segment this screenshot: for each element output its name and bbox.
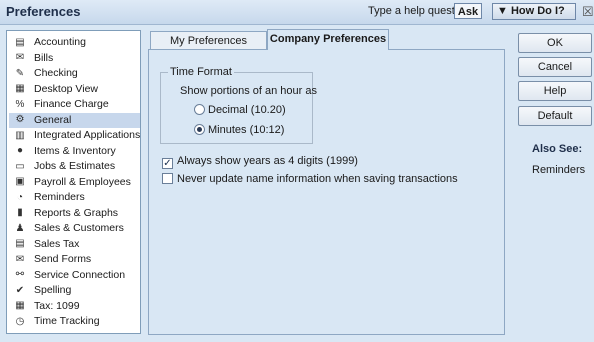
payroll-icon: ▣ — [15, 176, 25, 188]
sidebar-item-label: Integrated Applications — [34, 129, 141, 141]
sidebar-item-label: Sales & Customers — [34, 222, 124, 234]
window-title: Preferences — [6, 4, 81, 19]
time-format-title: Time Format — [168, 66, 234, 78]
ask-button[interactable]: Ask — [454, 3, 482, 19]
sidebar-item-label: Checking — [34, 67, 78, 79]
sidebar-item-label: Finance Charge — [34, 98, 109, 110]
sidebar-item-service-connection[interactable]: ⚯ Service Connection — [9, 268, 140, 283]
four-digit-years-checkbox[interactable]: ✓ Always show years as 4 digits (1999) — [162, 154, 358, 169]
also-see-reminders-link[interactable]: Reminders — [532, 164, 585, 176]
title-bar: Preferences Type a help question Ask ▼ H… — [0, 0, 594, 25]
tax-1099-icon: ▦ — [15, 300, 25, 312]
never-update-name-checkbox[interactable]: Never update name information when savin… — [162, 172, 458, 186]
sidebar-item-items-inventory[interactable]: ● Items & Inventory — [9, 144, 140, 159]
sidebar-item-reports-graphs[interactable]: ▮ Reports & Graphs — [9, 206, 140, 221]
sidebar-item-label: Time Tracking — [34, 315, 100, 327]
sidebar-item-label: Jobs & Estimates — [34, 160, 116, 172]
how-do-i-button[interactable]: ▼ How Do I? — [492, 3, 576, 20]
tab-my-preferences[interactable]: My Preferences — [150, 31, 267, 49]
close-icon[interactable]: ☒ — [582, 4, 594, 19]
sidebar-item-sales-tax[interactable]: ▤ Sales Tax — [9, 237, 140, 252]
general-icon: ⚙ — [15, 114, 25, 126]
desktop-view-icon: ▦ — [15, 83, 25, 95]
checking-icon: ✎ — [15, 67, 25, 79]
sidebar-item-desktop-view[interactable]: ▦ Desktop View — [9, 82, 140, 97]
sidebar-item-integrated-applications[interactable]: ▥ Integrated Applications — [9, 128, 140, 143]
sidebar-item-label: Sales Tax — [34, 237, 80, 250]
sidebar-item-label: Reminders — [34, 191, 85, 203]
integrated-apps-icon: ▥ — [15, 129, 25, 141]
items-inventory-icon: ● — [16, 145, 24, 157]
sidebar-item-send-forms[interactable]: ✉ Send Forms — [9, 252, 140, 267]
sales-customers-icon: ♟ — [15, 222, 25, 234]
four-digit-years-label: Always show years as 4 digits (1999) — [177, 155, 358, 167]
radio-off-icon — [194, 104, 205, 115]
sidebar-item-finance-charge[interactable]: % Finance Charge — [9, 97, 140, 112]
sidebar-item-time-tracking[interactable]: ◷ Time Tracking — [9, 314, 140, 329]
sidebar-item-bills[interactable]: ✉ Bills — [9, 51, 140, 66]
decimal-label: Decimal (10.20) — [208, 104, 286, 116]
send-forms-icon: ✉ — [15, 253, 25, 265]
accounting-icon: ▤ — [15, 36, 25, 48]
finance-charge-icon: % — [15, 98, 25, 110]
sidebar-item-tax-1099[interactable]: ▦ Tax: 1099 — [9, 299, 140, 314]
tab-company-preferences[interactable]: Company Preferences — [267, 29, 389, 50]
time-format-description: Show portions of an hour as — [180, 85, 317, 97]
sidebar-item-spelling[interactable]: ✔ Spelling — [9, 283, 140, 298]
spelling-icon: ✔ — [15, 284, 25, 296]
never-update-label: Never update name information when savin… — [177, 173, 458, 185]
preferences-category-list[interactable]: ▤ Accounting ✉ Bills ✎ Checking ▦ Desktop Vi… — [6, 30, 141, 334]
minutes-label: Minutes (10:12) — [208, 124, 285, 136]
sidebar-item-jobs-estimates[interactable]: ▭ Jobs & Estimates — [9, 159, 140, 174]
minutes-radio[interactable]: Minutes (10:12) — [194, 123, 284, 137]
radio-on-icon — [194, 124, 205, 135]
bills-icon: ✉ — [15, 52, 25, 64]
jobs-estimates-icon: ▭ — [15, 160, 25, 172]
how-do-i-label: How Do I? — [510, 5, 565, 17]
sidebar-item-label: Spelling — [34, 284, 72, 296]
sidebar-item-general[interactable]: ⚙ General — [9, 112, 140, 128]
cancel-button[interactable]: Cancel — [518, 57, 592, 77]
sidebar-item-accounting[interactable]: ▤ Accounting — [9, 35, 140, 50]
time-tracking-icon: ◷ — [15, 315, 25, 327]
sidebar-item-reminders[interactable]: ◔ Reminders — [9, 190, 140, 205]
sidebar-item-label: General — [34, 113, 72, 126]
sidebar-item-sales-customers[interactable]: ♟ Sales & Customers — [9, 221, 140, 236]
sidebar-item-label: Desktop View — [34, 82, 99, 95]
checkmark-icon: ✓ — [162, 158, 173, 169]
sidebar-item-label: Tax: 1099 — [34, 299, 80, 312]
reports-graphs-icon: ▮ — [17, 207, 23, 219]
sidebar-item-label: Service Connection — [34, 268, 126, 281]
also-see-heading: Also See: — [532, 143, 583, 155]
sidebar-item-label: Payroll & Employees — [34, 175, 131, 188]
sidebar-item-label: Reports & Graphs — [34, 206, 119, 219]
reminders-icon: ◔ — [16, 191, 24, 203]
help-button[interactable]: Help — [518, 81, 592, 101]
sales-tax-icon: ▤ — [15, 238, 25, 250]
dropdown-arrow-icon: ▼ — [497, 5, 511, 17]
ok-button[interactable]: OK — [518, 33, 592, 53]
sidebar-item-label: Items & Inventory — [34, 144, 116, 157]
decimal-radio[interactable]: Decimal (10.20) — [194, 103, 286, 117]
sidebar-item-checking[interactable]: ✎ Checking — [9, 66, 140, 81]
sidebar-item-label: Send Forms — [34, 253, 92, 265]
empty-checkbox-icon — [162, 173, 173, 184]
default-button[interactable]: Default — [518, 106, 592, 126]
sidebar-item-payroll-employees[interactable]: ▣ Payroll & Employees — [9, 175, 140, 190]
service-connection-icon: ⚯ — [15, 269, 25, 281]
sidebar-item-label: Accounting — [34, 36, 86, 48]
sidebar-item-label: Bills — [34, 51, 54, 64]
